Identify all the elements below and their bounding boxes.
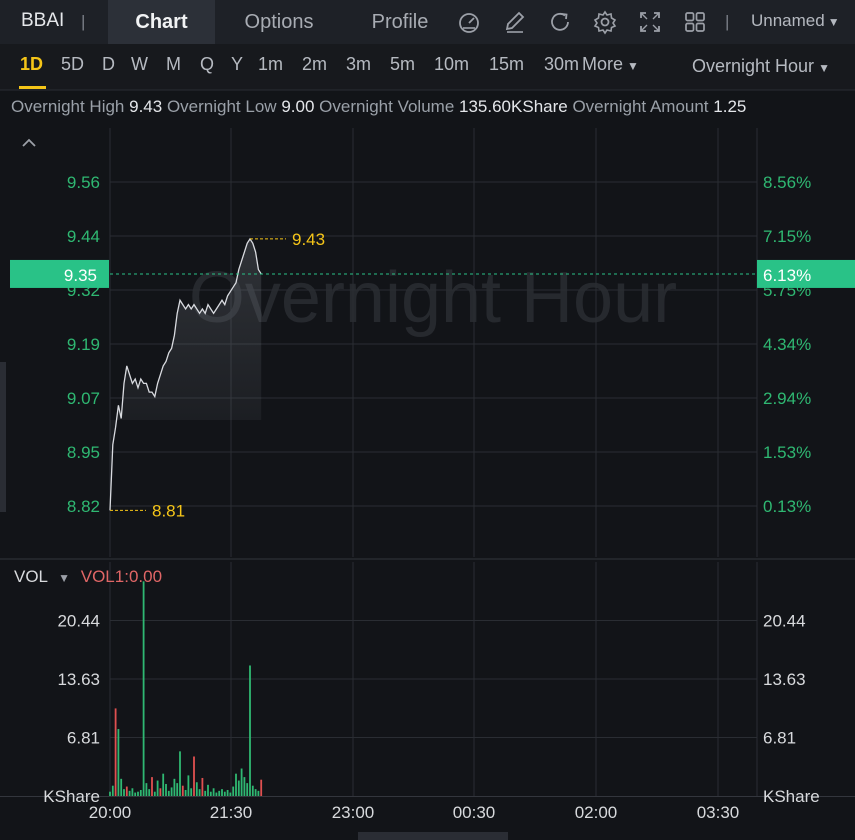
- volume-bar: [123, 789, 125, 796]
- price-axis-tick: 8.82: [67, 497, 100, 516]
- volume-indicator-value: VOL1:0.00: [80, 567, 163, 586]
- volume-label: VOL: [14, 567, 48, 586]
- volume-bar: [221, 789, 223, 796]
- price-axis-tick: 9.19: [67, 335, 100, 354]
- volume-bar: [232, 786, 235, 796]
- volume-bar: [114, 708, 117, 796]
- volume-bar: [137, 791, 139, 796]
- volume-axis-tick: 6.81: [67, 729, 100, 748]
- price-axis-tick: 9.56: [67, 173, 100, 192]
- volume-axis-tick: 20.44: [763, 611, 806, 630]
- volume-bar: [198, 789, 201, 796]
- volume-bar: [176, 783, 179, 796]
- volume-bar: [260, 779, 263, 796]
- volume-bar: [128, 790, 131, 796]
- volume-bar: [165, 783, 167, 796]
- volume-axis-tick: 6.81: [763, 729, 796, 748]
- volume-bar: [226, 789, 229, 796]
- volume-bar: [201, 777, 204, 796]
- volume-bar: [246, 783, 249, 796]
- volume-bar: [212, 788, 215, 796]
- volume-bar: [223, 791, 226, 796]
- low-marker-label: 8.81: [152, 501, 185, 520]
- volume-bar: [215, 792, 218, 796]
- bottom-panel-handle[interactable]: [358, 832, 508, 840]
- volume-header: VOL ▼ VOL1:0.00: [14, 567, 162, 587]
- percent-axis-tick: 8.56%: [763, 173, 811, 192]
- price-area-fill: [110, 238, 262, 511]
- percent-axis-tick: 2.94%: [763, 389, 811, 408]
- percent-axis-tick: 4.34%: [763, 335, 811, 354]
- volume-bar: [156, 780, 159, 796]
- volume-bar: [237, 780, 240, 796]
- volume-bar: [139, 789, 142, 796]
- volume-unit-label: KShare: [763, 787, 820, 806]
- volume-bar: [207, 784, 209, 796]
- time-axis-tick: 03:30: [697, 803, 740, 822]
- volume-axis-tick: 20.44: [57, 611, 100, 630]
- volume-bar: [125, 786, 128, 796]
- volume-bar: [187, 775, 190, 796]
- time-axis-tick: 21:30: [210, 803, 253, 822]
- price-axis-tick: 9.07: [67, 389, 100, 408]
- time-axis-tick: 02:00: [575, 803, 618, 822]
- time-axis-tick: 00:30: [453, 803, 496, 822]
- volume-bar: [184, 789, 187, 796]
- volume-bar: [145, 783, 148, 796]
- percent-axis-tick: 1.53%: [763, 443, 811, 462]
- volume-bar: [173, 778, 176, 796]
- volume-bar: [240, 768, 243, 796]
- volume-bar: [235, 773, 237, 796]
- volume-bar: [218, 790, 221, 796]
- volume-bar: [109, 791, 111, 796]
- session-watermark: Overnight Hour: [189, 258, 677, 338]
- volume-bar: [134, 792, 137, 796]
- volume-bar: [254, 789, 257, 796]
- volume-bar: [131, 788, 134, 796]
- volume-bar: [120, 778, 123, 796]
- volume-axis-tick: 13.63: [57, 670, 100, 689]
- current-price-value: 9.35: [64, 266, 97, 285]
- volume-bar: [257, 790, 260, 796]
- volume-bar: [148, 789, 151, 796]
- volume-bar: [167, 790, 170, 796]
- price-volume-chart[interactable]: Overnight Hour 9.56 8.56%9.44 7.15%9.32 5.7…: [0, 0, 855, 840]
- volume-bar: [179, 751, 181, 796]
- volume-bar: [153, 791, 156, 796]
- volume-bar: [249, 665, 251, 796]
- volume-bar: [243, 777, 246, 796]
- volume-bar: [170, 787, 173, 796]
- volume-bar: [190, 788, 193, 796]
- volume-bar: [251, 785, 254, 796]
- volume-bar: [142, 581, 145, 796]
- current-change-value: 6.13%: [763, 266, 811, 285]
- volume-bar: [111, 785, 114, 796]
- price-axis-tick: 8.95: [67, 443, 100, 462]
- volume-dropdown-icon[interactable]: ▼: [58, 571, 70, 585]
- volume-bar: [193, 756, 195, 796]
- volume-bar: [195, 782, 198, 796]
- volume-bar: [117, 729, 120, 796]
- volume-bar: [159, 788, 162, 796]
- volume-bar: [209, 791, 212, 796]
- price-axis-tick: 9.44: [67, 227, 100, 246]
- volume-axis-tick: 13.63: [763, 670, 806, 689]
- high-marker-label: 9.43: [292, 230, 325, 249]
- volume-bar: [204, 790, 207, 796]
- percent-axis-tick: 7.15%: [763, 227, 811, 246]
- percent-axis-tick: 0.13%: [763, 497, 811, 516]
- volume-bar: [151, 777, 153, 796]
- time-axis-tick: 23:00: [332, 803, 375, 822]
- collapse-chevron-up-icon[interactable]: [20, 134, 38, 152]
- volume-bar: [181, 785, 184, 796]
- volume-bar: [229, 792, 232, 796]
- side-panel-handle[interactable]: [0, 362, 6, 512]
- time-axis-tick: 20:00: [89, 803, 132, 822]
- volume-bar: [162, 773, 165, 796]
